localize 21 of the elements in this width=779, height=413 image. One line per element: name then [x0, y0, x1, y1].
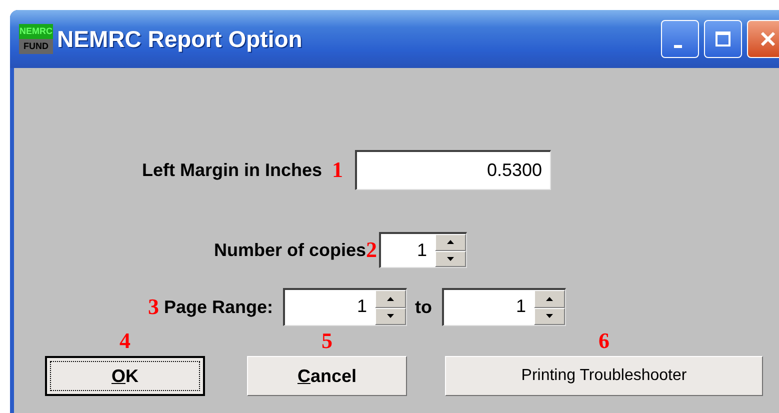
- callout-number: 4: [120, 330, 130, 352]
- left-margin-field[interactable]: 0.5300: [355, 150, 552, 190]
- close-icon: [760, 31, 776, 47]
- dialog-button[interactable]: Printing Troubleshooter: [445, 356, 763, 396]
- dialog-button[interactable]: Cancel: [247, 356, 407, 396]
- callout-number: 3: [148, 294, 159, 320]
- callout-number: 2: [366, 237, 378, 263]
- maximize-icon: [715, 31, 731, 47]
- window-title: NEMRC Report Option: [57, 26, 302, 52]
- dialog-button[interactable]: OK: [45, 356, 205, 396]
- callout-number: 6: [598, 330, 610, 352]
- callout-number: 1: [332, 157, 344, 183]
- field-label: Left Margin in Inches: [142, 160, 322, 180]
- field-label: to: [415, 296, 432, 318]
- field-label: Page Range:: [164, 296, 274, 318]
- minimize-icon: [674, 44, 682, 48]
- minimize-button[interactable]: [661, 20, 699, 58]
- maximize-button[interactable]: [704, 20, 742, 58]
- field-label: Number of copies: [214, 240, 366, 260]
- close-button[interactable]: [747, 20, 779, 58]
- callout-number: 5: [322, 330, 332, 352]
